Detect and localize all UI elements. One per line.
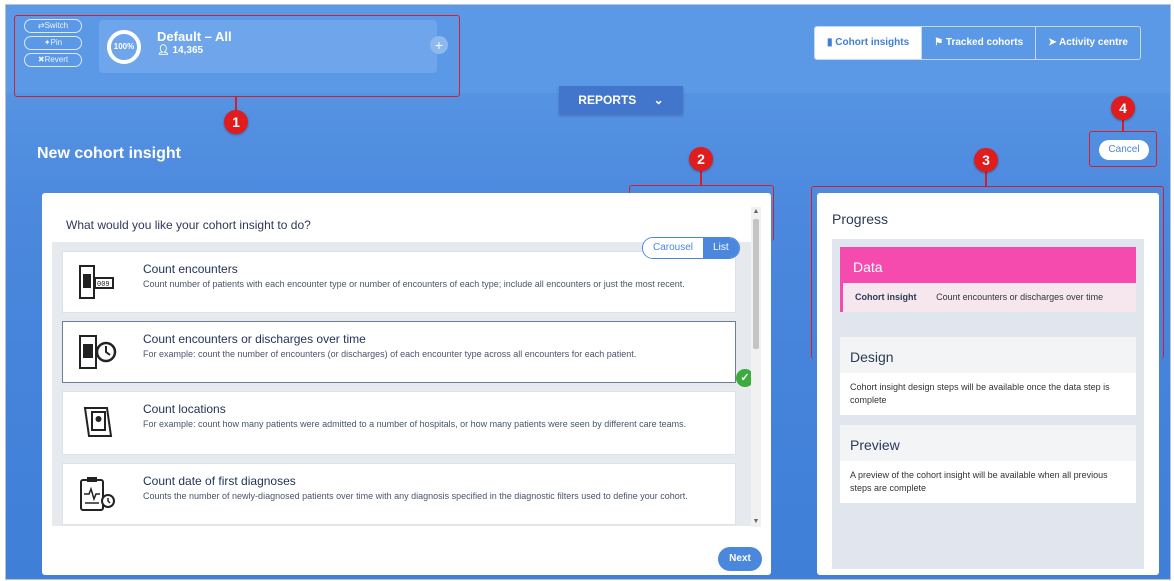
annotation-box-1 [14,15,460,97]
clipboard-clock-icon [80,477,115,511]
progress-title: Progress [832,211,889,227]
annotation-badge-2: 2 [689,147,713,171]
send-icon: ➤ [1048,37,1059,48]
reports-label: REPORTS [578,93,637,107]
step-data-row: Cohort insight Count encounters or disch… [843,283,1136,312]
list-item-count-encounters-over-time[interactable]: Count encounters or discharges over time… [62,321,754,387]
next-button[interactable]: Next [718,547,762,571]
item-title: Count encounters [143,262,238,276]
annotation-connector-1 [235,97,237,111]
ticket-icon: 009 [79,265,114,299]
nav-label: Cohort insights [835,37,910,48]
annotation-badge-3: 3 [974,148,998,172]
view-toggle: Carousel List [642,237,740,259]
step-preview-heading: Preview [840,425,1136,461]
item-title: Count date of first diagnoses [143,474,296,488]
top-navigation: ▮ Cohort insights ⚑ Tracked cohorts ➤ Ac… [814,26,1141,60]
item-description: For example: count the number of encount… [143,349,637,359]
list-item-count-encounters[interactable]: 009 Count encounters Count number of pat… [62,251,736,313]
step-data: Data Cohort insight Count encounters or … [840,247,1136,312]
progress-steps: Data Cohort insight Count encounters or … [832,239,1144,569]
scroll-down-arrow-icon[interactable]: ▼ [751,517,761,527]
step-preview: Preview A preview of the cohort insight … [840,425,1136,503]
step-design-text: Cohort insight design steps will be avai… [850,382,1110,405]
step-design: Design Cohort insight design steps will … [840,337,1136,415]
scroll-up-arrow-icon[interactable]: ▲ [751,207,761,217]
step-data-value: Count encounters or discharges over time [936,292,1104,302]
item-title: Count locations [143,402,226,416]
nav-cohort-insights[interactable]: ▮ Cohort insights [815,27,922,59]
list-view-button[interactable]: List [703,238,739,258]
flag-icon: ⚑ [934,37,946,48]
step-design-heading: Design [840,337,1136,373]
ticket-clock-icon [79,335,117,369]
item-title: Count encounters or discharges over time [143,332,366,346]
list-item-count-locations[interactable]: Count locations For example: count how m… [62,391,736,455]
step-data-heading: Data [843,247,1136,283]
item-description: Counts the number of newly-diagnosed pat… [143,491,688,501]
annotation-connector-2 [700,170,702,186]
reports-dropdown[interactable]: REPORTS ⌄ [559,86,683,114]
nav-label: Activity centre [1058,37,1128,48]
carousel-view-button[interactable]: Carousel [643,238,704,258]
svg-text:009: 009 [97,281,110,289]
list-item-count-first-diagnoses[interactable]: Count date of first diagnoses Counts the… [62,463,736,525]
nav-activity-centre[interactable]: ➤ Activity centre [1035,27,1140,59]
nav-tracked-cohorts[interactable]: ⚑ Tracked cohorts [921,27,1035,59]
annotation-badge-1: 1 [224,110,248,134]
scroll-thumb[interactable] [753,219,759,349]
step-preview-text: A preview of the cohort insight will be … [850,470,1108,493]
progress-panel: Progress Data Cohort insight Count encou… [817,193,1159,575]
nav-label: Tracked cohorts [945,37,1024,48]
cancel-button[interactable]: Cancel [1099,140,1149,160]
page-title: New cohort insight [37,145,181,162]
item-description: Count number of patients with each encou… [143,279,685,289]
step-data-key: Cohort insight [855,292,917,302]
annotation-connector-4 [1122,119,1124,132]
app-window: ⇄Switch ✦Pin ✖Revert 100% Default – All … [5,4,1171,580]
location-ticket-icon [83,407,113,437]
item-description: For example: count how many patients wer… [143,419,687,429]
insight-type-list: 009 Count encounters Count number of pat… [52,242,758,526]
chevron-down-icon: ⌄ [653,93,664,107]
list-scrollbar[interactable]: ▲ ▼ [751,207,761,527]
annotation-connector-3 [985,171,987,187]
annotation-badge-4: 4 [1111,96,1135,120]
question-heading: What would you like your cohort insight … [66,218,311,232]
